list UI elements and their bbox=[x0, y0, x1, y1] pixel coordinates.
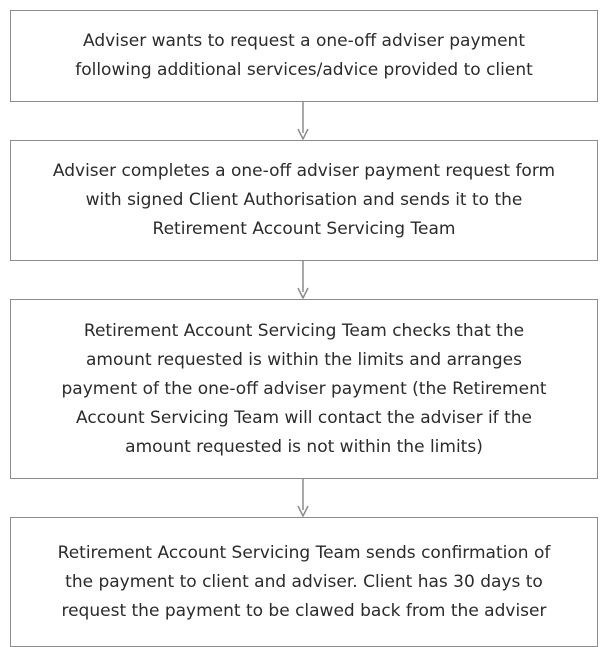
flow-step-complete-form: Adviser completes a one-off adviser paym… bbox=[10, 140, 598, 261]
down-arrow-icon bbox=[297, 479, 309, 517]
flow-step-request-payment: Adviser wants to request a one-off advis… bbox=[10, 10, 598, 102]
flow-step-check-limits: Retirement Account Servicing Team checks… bbox=[10, 299, 598, 479]
flow-step-text: Retirement Account Servicing Team sends … bbox=[57, 542, 551, 621]
flow-step-send-confirmation: Retirement Account Servicing Team sends … bbox=[10, 517, 598, 647]
down-arrow-icon bbox=[297, 261, 309, 299]
flow-step-text: Adviser wants to request a one-off advis… bbox=[75, 31, 533, 80]
down-arrow-icon bbox=[297, 102, 309, 140]
flow-step-text: Adviser completes a one-off adviser paym… bbox=[52, 161, 556, 239]
flow-step-text: Retirement Account Servicing Team checks… bbox=[61, 320, 547, 457]
